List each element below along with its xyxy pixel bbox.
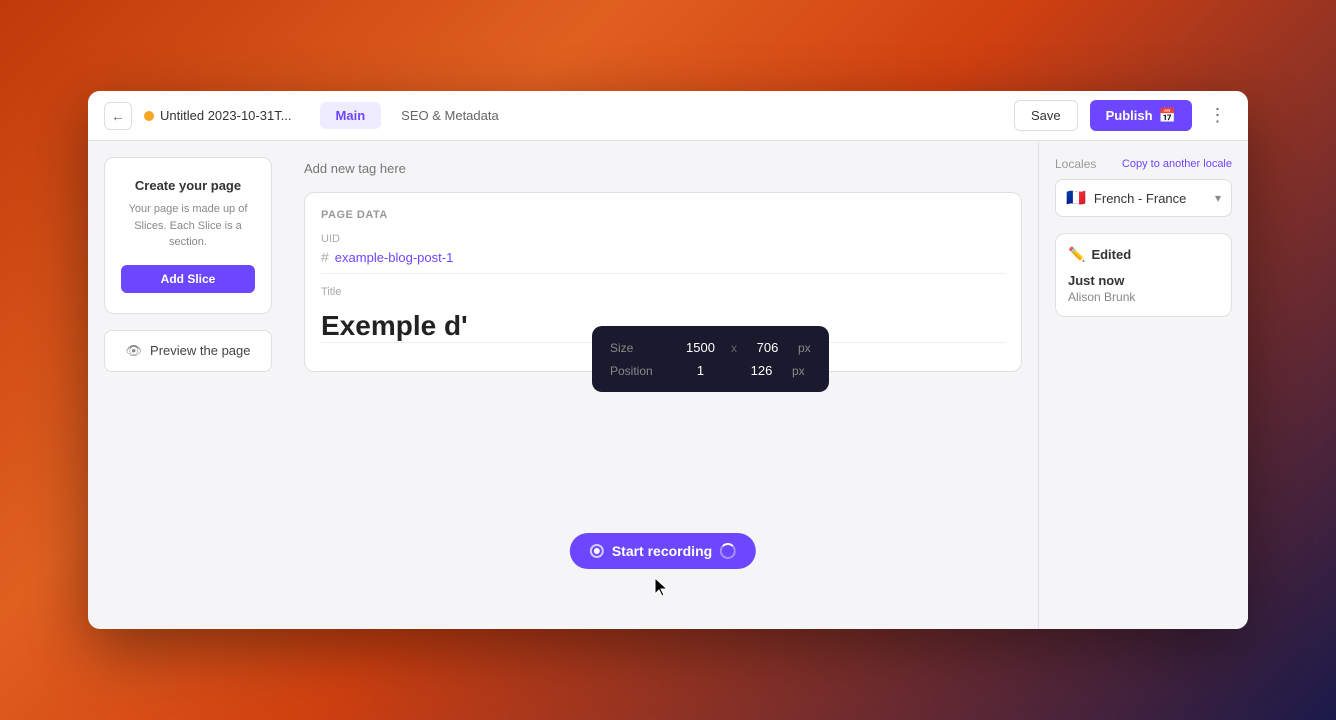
- locales-header: Locales Copy to another locale: [1055, 157, 1232, 171]
- tab-main[interactable]: Main: [320, 102, 382, 129]
- locale-name: French - France: [1094, 191, 1207, 206]
- more-options-button[interactable]: ⋮: [1204, 102, 1232, 130]
- uid-field-group: UID # example-blog-post-1: [321, 233, 1005, 274]
- uid-field[interactable]: # example-blog-post-1: [321, 249, 1005, 274]
- tooltip-position-label: Position: [610, 364, 670, 378]
- add-slice-button[interactable]: Add Slice: [121, 265, 255, 293]
- right-sidebar: Locales Copy to another locale 🇫🇷 French…: [1038, 141, 1248, 629]
- recording-label: Start recording: [612, 543, 712, 559]
- copy-locale-link[interactable]: Copy to another locale: [1122, 158, 1232, 170]
- edited-header: ✏️ Edited: [1068, 246, 1219, 263]
- publish-label: Publish: [1106, 108, 1153, 123]
- edited-label: Edited: [1091, 247, 1131, 262]
- header: ← Untitled 2023-10-31T... Main SEO & Met…: [88, 91, 1248, 141]
- doc-title-text: Untitled 2023-10-31T...: [160, 108, 292, 123]
- edited-section: ✏️ Edited Just now Alison Brunk: [1055, 233, 1232, 317]
- calendar-icon: 📅: [1159, 107, 1176, 124]
- tooltip-width: 1500: [678, 340, 723, 355]
- preview-button[interactable]: 👁 Preview the page: [104, 330, 272, 372]
- tag-input[interactable]: [304, 157, 1022, 180]
- main-content: Create your page Your page is made up of…: [88, 141, 1248, 629]
- size-tooltip: Size 1500 x 706 px Position 1 126 px: [592, 326, 829, 392]
- uid-label: UID: [321, 233, 1005, 245]
- uid-value: example-blog-post-1: [335, 250, 454, 265]
- edited-time: Just now: [1068, 273, 1219, 288]
- tooltip-px: px: [798, 341, 811, 355]
- tooltip-x: x: [731, 341, 737, 355]
- tab-seo[interactable]: SEO & Metadata: [385, 102, 515, 129]
- tooltip-size-label: Size: [610, 341, 670, 355]
- publish-button[interactable]: Publish 📅: [1090, 100, 1192, 131]
- back-icon: ←: [111, 108, 125, 124]
- recording-dot-icon: [590, 544, 604, 558]
- edited-user: Alison Brunk: [1068, 290, 1219, 304]
- eye-icon: 👁: [126, 343, 143, 359]
- create-page-title: Create your page: [121, 178, 255, 193]
- chevron-down-icon: ▾: [1215, 191, 1221, 205]
- tooltip-pos-x: 1: [678, 363, 723, 378]
- uid-hash-icon: #: [321, 249, 329, 265]
- preview-label: Preview the page: [150, 343, 250, 358]
- doc-status-dot: [144, 111, 154, 121]
- pencil-icon: ✏️: [1068, 246, 1085, 263]
- locales-label: Locales: [1055, 157, 1096, 171]
- tab-bar: Main SEO & Metadata: [320, 102, 515, 129]
- title-label: Title: [321, 286, 1005, 298]
- page-data-label: Page data: [321, 209, 1005, 221]
- tooltip-px2: px: [792, 364, 805, 378]
- center-content: Page data UID # example-blog-post-1 Titl…: [288, 141, 1038, 629]
- back-button[interactable]: ←: [104, 102, 132, 130]
- app-window: ← Untitled 2023-10-31T... Main SEO & Met…: [88, 91, 1248, 629]
- create-page-card: Create your page Your page is made up of…: [104, 157, 272, 314]
- locale-selector[interactable]: 🇫🇷 French - France ▾: [1055, 179, 1232, 217]
- save-button[interactable]: Save: [1014, 100, 1078, 131]
- create-page-desc: Your page is made up of Slices. Each Sli…: [121, 201, 255, 251]
- tooltip-position-row: Position 1 126 px: [610, 363, 811, 378]
- tooltip-pos-y: 126: [739, 363, 784, 378]
- left-sidebar: Create your page Your page is made up of…: [88, 141, 288, 629]
- recording-dot-inner: [594, 548, 600, 554]
- mouse-cursor: [653, 576, 673, 605]
- tooltip-height: 706: [745, 340, 790, 355]
- locale-flag: 🇫🇷: [1066, 188, 1086, 208]
- doc-title-area: Untitled 2023-10-31T...: [144, 108, 292, 123]
- start-recording-button[interactable]: Start recording: [570, 533, 756, 569]
- title-value: Exemple d': [321, 310, 468, 341]
- tooltip-size-row: Size 1500 x 706 px: [610, 340, 811, 355]
- recording-spinner-icon: [720, 543, 736, 559]
